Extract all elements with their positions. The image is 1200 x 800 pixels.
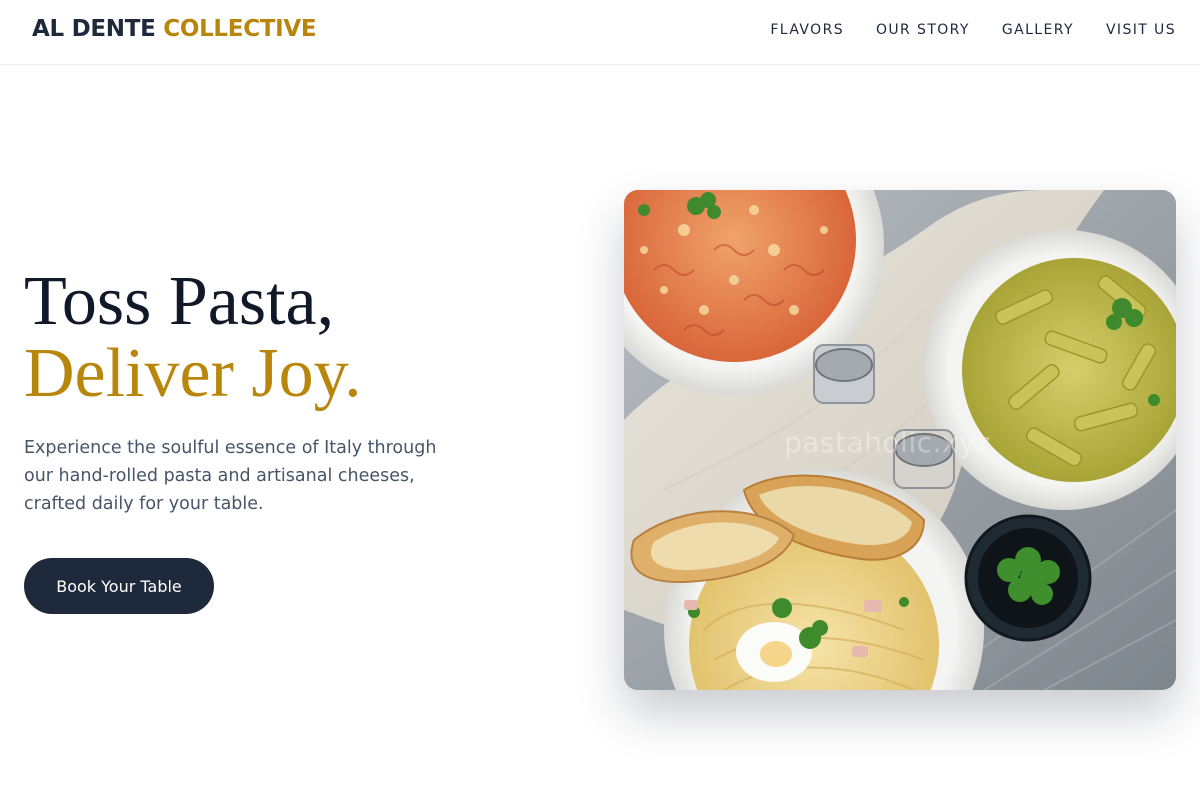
site-header: AL DENTE COLLECTIVE FLAVORS OUR STORY GA… [0, 0, 1200, 65]
nav-link-visit-us[interactable]: VISIT US [1106, 22, 1176, 38]
nav-link-our-story[interactable]: OUR STORY [876, 22, 970, 38]
hero-food-photo: pastaholic.xyz [624, 190, 1176, 690]
image-watermark: pastaholic.xyz [784, 426, 992, 459]
hero-title-line-2: Deliver Joy. [24, 335, 362, 412]
hero-subtitle: Experience the soulful essence of Italy … [24, 438, 437, 514]
brand-logo[interactable]: AL DENTE COLLECTIVE [32, 16, 317, 42]
book-table-button[interactable]: Book Your Table [24, 558, 214, 614]
hero-title-line-1: Toss Pasta, [24, 263, 335, 340]
nav-link-flavors[interactable]: FLAVORS [770, 22, 844, 38]
brand-name-accent: COLLECTIVE [163, 16, 317, 42]
hero-title: Toss Pasta, Deliver Joy. [24, 266, 362, 410]
nav-link-gallery[interactable]: GALLERY [1002, 22, 1074, 38]
main-nav: FLAVORS OUR STORY GALLERY VISIT US [770, 22, 1176, 38]
brand-name-primary: AL DENTE [32, 16, 156, 42]
